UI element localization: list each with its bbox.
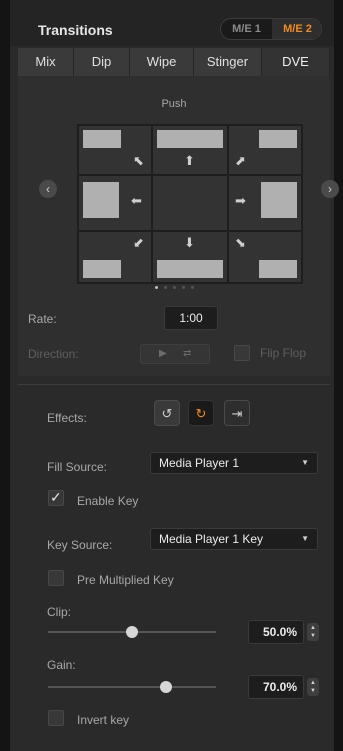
gain-slider-track[interactable] — [48, 686, 216, 688]
dve-style-area: Push ‹ › ⬉ ⬆ ⬈ ⬅ ➡ ⬋ ⬇ ⬊ Rate: 1:00 Dire… — [18, 76, 339, 376]
panel-title: Transitions — [38, 22, 113, 38]
dve-style-bottom[interactable]: ⬇ — [153, 232, 227, 282]
arrow-right-icon: ➡ — [235, 193, 246, 208]
arrow-up-right-icon: ⬈ — [235, 153, 246, 168]
clip-input[interactable]: 50.0% — [248, 620, 304, 644]
tab-dip[interactable]: Dip — [74, 48, 130, 76]
chevron-down-icon: ▼ — [301, 534, 309, 543]
section-divider — [18, 384, 330, 385]
dve-style-center — [153, 176, 227, 230]
rotate-right-button[interactable]: ↻ — [188, 400, 214, 426]
gain-label: Gain: — [47, 658, 76, 672]
enable-key-label: Enable Key — [77, 494, 139, 508]
gain-input[interactable]: 70.0% — [248, 675, 304, 699]
fill-source-label: Fill Source: — [47, 460, 108, 474]
page-dot[interactable] — [190, 286, 194, 289]
rate-input[interactable]: 1:00 — [164, 306, 218, 330]
dve-style-top-left[interactable]: ⬉ — [79, 126, 151, 174]
flip-flop-label: Flip Flop — [260, 346, 307, 360]
preview-box — [83, 130, 121, 148]
page-dot[interactable] — [154, 286, 158, 289]
arrow-down-left-icon: ⬋ — [133, 235, 144, 250]
me2-button[interactable]: M/E 2 — [272, 19, 321, 39]
key-source-dropdown[interactable]: Media Player 1 Key ▼ — [150, 528, 318, 550]
next-page-button[interactable]: › — [321, 180, 339, 198]
key-source-label: Key Source: — [47, 538, 113, 552]
prev-page-button[interactable]: ‹ — [39, 180, 57, 198]
page-dot[interactable] — [172, 286, 176, 289]
page-dot[interactable] — [181, 286, 185, 289]
arrow-left-icon: ⬅ — [131, 193, 142, 208]
gain-stepper[interactable]: ▲ ▼ — [307, 678, 319, 696]
arrow-up-left-icon: ⬉ — [133, 153, 144, 168]
effects-label: Effects: — [47, 411, 87, 425]
page-indicator — [18, 276, 330, 289]
enable-key-checkbox[interactable]: ✓ — [48, 489, 64, 506]
flip-flop-checkbox[interactable] — [234, 345, 250, 361]
dve-style-grid: ⬉ ⬆ ⬈ ⬅ ➡ ⬋ ⬇ ⬊ — [77, 124, 303, 284]
tab-dve[interactable]: DVE — [262, 48, 330, 76]
slide-in-button[interactable]: ⇥ — [224, 400, 250, 426]
page-dot[interactable] — [163, 286, 167, 289]
me-toggle: M/E 1 M/E 2 — [220, 18, 322, 40]
clip-slider-knob[interactable] — [126, 626, 138, 638]
invert-key-label: Invert key — [77, 713, 130, 727]
arrow-down-icon: ⬇ — [184, 235, 195, 250]
clip-stepper[interactable]: ▲ ▼ — [307, 623, 319, 641]
key-source-value: Media Player 1 Key — [159, 532, 264, 546]
preview-box — [259, 130, 297, 148]
fill-source-dropdown[interactable]: Media Player 1 ▼ — [150, 452, 318, 474]
panel-header: Transitions M/E 1 M/E 2 — [10, 0, 334, 46]
dve-style-left[interactable]: ⬅ — [79, 176, 151, 230]
dve-style-bottom-left[interactable]: ⬋ — [79, 232, 151, 282]
arrow-down-right-icon: ⬊ — [235, 235, 246, 250]
dve-style-name: Push — [161, 98, 187, 110]
tab-mix[interactable]: Mix — [18, 48, 74, 76]
pre-multiplied-key-checkbox[interactable] — [48, 570, 64, 586]
rate-label: Rate: — [28, 312, 57, 326]
rotate-left-button[interactable]: ↺ — [154, 400, 180, 426]
pre-multiplied-key-label: Pre Multiplied Key — [77, 573, 174, 587]
preview-box — [261, 182, 297, 218]
dve-style-top[interactable]: ⬆ — [153, 126, 227, 174]
reverse-icon[interactable]: ⇄ — [183, 348, 191, 359]
play-icon[interactable]: ▶ — [159, 348, 167, 359]
checkmark-icon: ✓ — [50, 489, 62, 505]
preview-box — [157, 130, 223, 148]
dve-style-top-right[interactable]: ⬈ — [229, 126, 301, 174]
transitions-panel: Transitions M/E 1 M/E 2 Mix Dip Wipe Sti… — [10, 0, 339, 751]
invert-key-checkbox[interactable] — [48, 710, 64, 726]
chevron-down-icon: ▼ — [301, 458, 309, 467]
direction-label: Direction: — [28, 347, 79, 361]
direction-buttons: ▶ ⇄ — [140, 344, 210, 364]
tab-stinger[interactable]: Stinger — [194, 48, 262, 76]
gain-slider-knob[interactable] — [159, 681, 172, 693]
fill-source-value: Media Player 1 — [159, 456, 240, 470]
dve-style-right[interactable]: ➡ — [229, 176, 301, 230]
tab-wipe[interactable]: Wipe — [130, 48, 194, 76]
clip-label: Clip: — [47, 605, 72, 619]
preview-box — [83, 182, 119, 218]
me1-button[interactable]: M/E 1 — [221, 19, 272, 39]
transition-tabs: Mix Dip Wipe Stinger DVE — [18, 48, 330, 76]
arrow-up-icon: ⬆ — [184, 153, 195, 168]
dve-style-bottom-right[interactable]: ⬊ — [229, 232, 301, 282]
